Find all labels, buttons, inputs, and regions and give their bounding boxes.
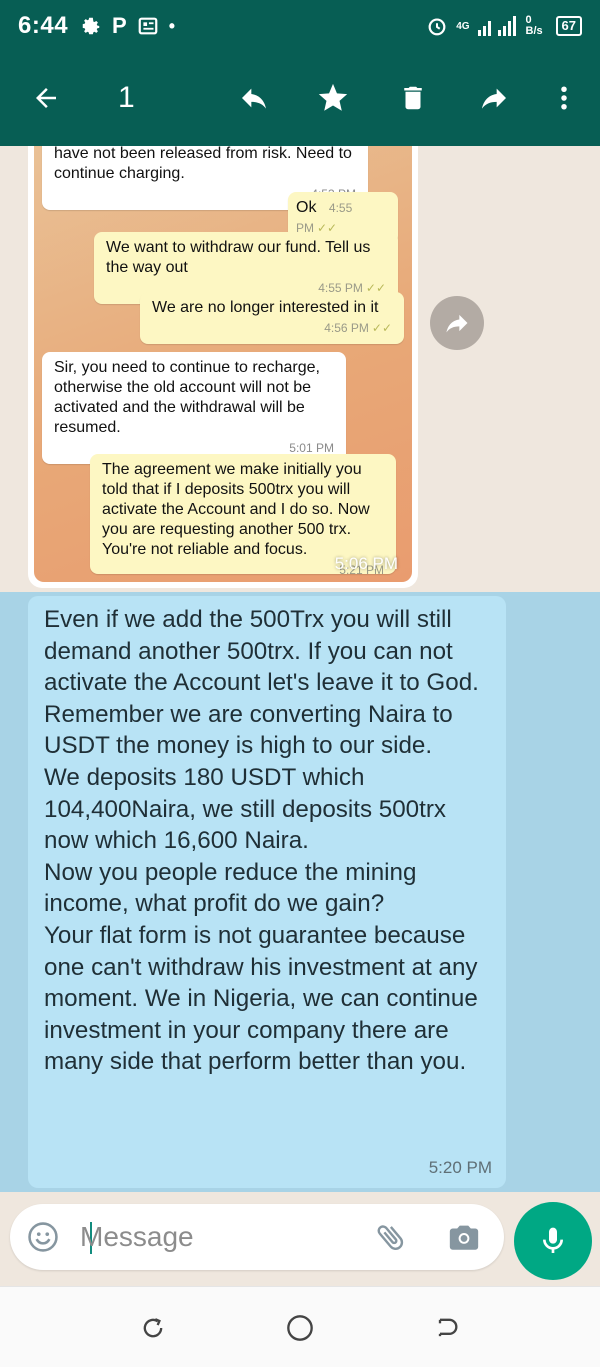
reply-icon[interactable] — [236, 80, 272, 116]
alarm-icon — [428, 18, 446, 36]
more-options-icon[interactable] — [546, 80, 582, 116]
status-notification-icons: P • — [80, 13, 175, 39]
image-chat-text: have not been released from risk. Need t… — [54, 146, 352, 182]
image-chat-text: Sir, you need to continue to recharge, o… — [54, 359, 320, 436]
forward-icon[interactable] — [476, 80, 512, 116]
voice-record-button[interactable] — [514, 1202, 592, 1280]
parking-icon: P — [112, 13, 127, 38]
share-arrow-icon — [446, 314, 468, 333]
back-arrow-icon[interactable] — [28, 80, 64, 116]
status-system-icons: 4G 0 B/s 67 — [426, 15, 582, 37]
image-chat-text: Ok — [296, 199, 317, 216]
message-input[interactable] — [80, 1217, 360, 1257]
microphone-icon — [543, 1227, 563, 1253]
back-nav-icon[interactable] — [432, 1313, 462, 1343]
read-ticks-icon: ✓✓ — [371, 321, 392, 335]
message-composer — [0, 1192, 600, 1286]
selected-message-time: 5:20 PM — [428, 1158, 492, 1177]
image-chat-text: We are no longer interested in it — [152, 299, 379, 316]
attach-paperclip-icon[interactable] — [374, 1220, 408, 1254]
news-icon — [138, 17, 158, 35]
dot-icon: • — [168, 15, 176, 36]
selection-app-bar: 1 — [0, 52, 600, 146]
star-icon[interactable] — [315, 80, 351, 116]
data-rate: 0 B/s — [525, 14, 543, 37]
message-field-container — [10, 1204, 504, 1270]
image-chat-text: The agreement we make initially you told… — [102, 461, 370, 558]
recent-apps-icon[interactable] — [138, 1313, 168, 1343]
system-navigation-bar — [0, 1286, 600, 1367]
selected-message-text: Even if we add the 500Trx you will still… — [44, 606, 479, 1076]
status-time: 6:44 — [18, 12, 69, 39]
selected-count: 1 — [118, 81, 135, 114]
image-message-content: have not been released from risk. Need t… — [34, 146, 412, 582]
image-chat-text: We want to withdraw our fund. Tell us th… — [106, 239, 371, 276]
selected-message-bubble[interactable]: Even if we add the 500Trx you will still… — [28, 596, 506, 1188]
home-icon[interactable] — [285, 1313, 315, 1343]
network-type: 4G — [456, 20, 470, 32]
forward-message-button[interactable] — [430, 296, 484, 350]
status-bar: 6:44 P • 4G 0 B/s 67 — [0, 0, 600, 52]
image-chat-bubble: Sir, you need to continue to recharge, o… — [42, 352, 346, 464]
signal-icon — [477, 16, 516, 36]
image-chat-time: 4:56 PM — [324, 321, 369, 335]
camera-icon[interactable] — [447, 1220, 481, 1254]
image-message-time: 5:06 PM — [334, 554, 398, 573]
delete-icon[interactable] — [395, 80, 431, 116]
image-chat-bubble: We are no longer interested in it 4:56 P… — [140, 292, 404, 344]
battery-icon: 67 — [555, 16, 582, 36]
emoji-icon[interactable] — [26, 1220, 60, 1254]
settings-gear-icon — [82, 17, 100, 35]
image-message[interactable]: have not been released from risk. Need t… — [28, 146, 418, 588]
